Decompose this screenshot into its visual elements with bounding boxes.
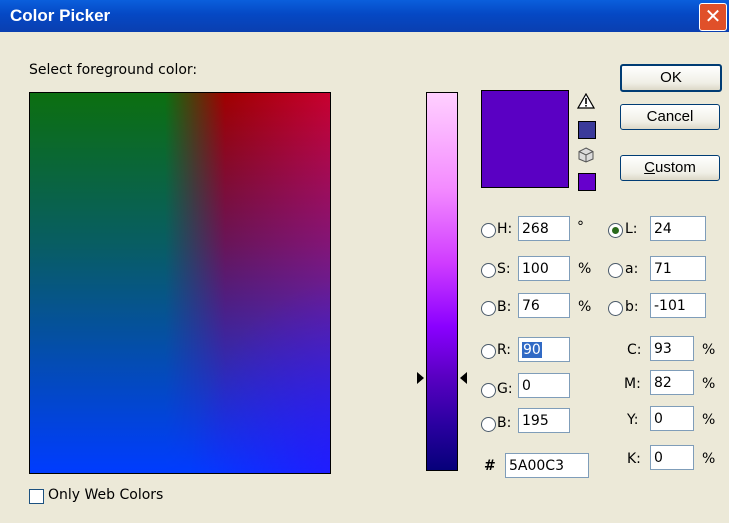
web-safe-swatch[interactable] <box>578 173 596 191</box>
radio-r[interactable] <box>481 344 496 359</box>
color-field[interactable] <box>29 92 331 474</box>
m-label: M: <box>624 376 641 392</box>
radio-l[interactable] <box>608 223 623 238</box>
s-unit: % <box>578 261 592 277</box>
s-field[interactable]: 100 <box>518 256 570 281</box>
hex-label: # <box>484 458 496 474</box>
h-unit: ° <box>577 219 584 235</box>
b-field[interactable]: 76 <box>518 293 570 318</box>
c-unit: % <box>702 342 716 358</box>
radio-a[interactable] <box>608 263 623 278</box>
r-field[interactable]: 90 <box>518 337 570 362</box>
slider-right-arrow[interactable] <box>460 372 467 384</box>
b-unit: % <box>578 299 592 315</box>
prompt-label: Select foreground color: <box>29 62 198 78</box>
web-colors-checkbox[interactable] <box>29 489 44 504</box>
lab-b-label: b: <box>625 299 639 315</box>
gamut-warning-swatch[interactable] <box>578 121 596 139</box>
r-field-value: 90 <box>522 342 542 358</box>
l-label: L: <box>625 221 638 237</box>
b-label: B: <box>497 299 512 315</box>
rgb-b-field[interactable]: 195 <box>518 408 570 433</box>
web-colors-label: Only Web Colors <box>48 487 164 503</box>
color-slider[interactable] <box>426 92 458 471</box>
cancel-button[interactable]: Cancel <box>620 104 720 130</box>
g-field[interactable]: 0 <box>518 373 570 398</box>
r-label: R: <box>497 342 512 358</box>
c-field[interactable]: 93 <box>650 336 694 361</box>
y-field[interactable]: 0 <box>650 406 694 431</box>
cube-icon[interactable] <box>577 147 595 163</box>
k-field[interactable]: 0 <box>650 445 694 470</box>
ok-button[interactable]: OK <box>620 64 722 92</box>
c-label: C: <box>627 342 642 358</box>
s-label: S: <box>497 261 511 277</box>
window-title: Color Picker <box>10 6 111 25</box>
radio-s[interactable] <box>481 263 496 278</box>
hex-field[interactable]: 5A00C3 <box>505 453 589 478</box>
y-label: Y: <box>627 412 639 428</box>
custom-button[interactable]: Custom <box>620 155 720 181</box>
h-label: H: <box>497 221 513 237</box>
radio-h[interactable] <box>481 223 496 238</box>
g-label: G: <box>497 381 513 397</box>
close-button[interactable]: ✕ <box>699 3 727 31</box>
lab-b-field[interactable]: -101 <box>650 293 706 318</box>
rgb-b-label: B: <box>497 415 512 431</box>
l-field[interactable]: 24 <box>650 216 706 241</box>
warning-triangle-icon[interactable] <box>577 93 595 109</box>
a-field[interactable]: 71 <box>650 256 706 281</box>
radio-lab-b[interactable] <box>608 301 623 316</box>
h-field[interactable]: 268 <box>518 216 570 241</box>
m-unit: % <box>702 376 716 392</box>
k-unit: % <box>702 451 716 467</box>
radio-b[interactable] <box>481 301 496 316</box>
current-color-swatch <box>481 90 569 188</box>
title-bar: Color Picker ✕ <box>0 0 729 32</box>
y-unit: % <box>702 412 716 428</box>
a-label: a: <box>625 261 639 277</box>
k-label: K: <box>627 451 641 467</box>
slider-left-arrow[interactable] <box>417 372 424 384</box>
radio-rgb-b[interactable] <box>481 417 496 432</box>
m-field[interactable]: 82 <box>650 370 694 395</box>
radio-g[interactable] <box>481 383 496 398</box>
